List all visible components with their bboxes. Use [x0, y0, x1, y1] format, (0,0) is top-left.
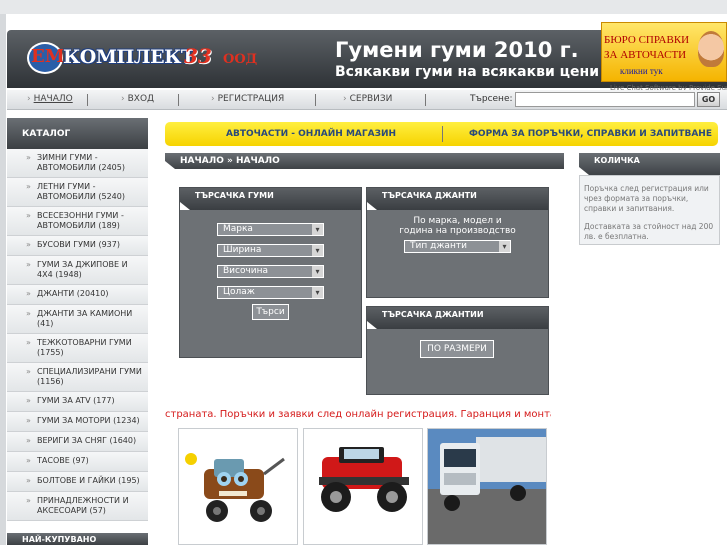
sidebar-item-4x4-tyres[interactable]: ГУМИ ЗА ДЖИПОВЕ И 4X4 (1948) — [7, 256, 148, 285]
rim-search-text-1: По марка, модел и — [413, 216, 502, 226]
sidebar-item-snow-chains[interactable]: ВЕРИГИ ЗА СНЯГ (1640) — [7, 432, 148, 452]
nav-home-label: НАЧАЛО — [33, 94, 73, 104]
rim-size-search-title: ТЪРСАЧКА ДЖАНТИИ — [367, 307, 548, 329]
inch-select[interactable]: Цолаж — [217, 286, 324, 299]
marquee-text: страната. Поръчки и заявки след онлайн р… — [165, 409, 551, 420]
nav-register[interactable]: › РЕГИСТРАЦИЯ — [211, 94, 284, 104]
nav-register-label: РЕГИСТРАЦИЯ — [217, 94, 285, 104]
catalog-title: КАТАЛОГ — [7, 118, 148, 149]
nav-services[interactable]: › СЕРВИЗИ — [343, 94, 392, 104]
ad-line3: кликни тук — [620, 66, 663, 76]
rim-size-search-panel: ТЪРСАЧКА ДЖАНТИИ ПО РАЗМЕРИ — [366, 306, 549, 395]
search-input[interactable] — [515, 92, 695, 107]
slogan-subtitle: Всякакви гуми на всякакви цени — [335, 64, 600, 80]
sidebar-item-special-tyres[interactable]: СПЕЦИАЛИЗИРАНИ ГУМИ (1156) — [7, 363, 148, 392]
sidebar-item-accessories[interactable]: ПРИНАДЛЕЖНОСТИ И АКСЕСОАРИ (57) — [7, 492, 148, 521]
breadcrumb-text: НАЧАЛО » НАЧАЛО — [180, 156, 280, 166]
slogan-title: Гумени гуми 2010 г. — [335, 38, 579, 62]
sidebar-item-summer-tyres[interactable]: ЛЕТНИ ГУМИ - АВТОМОБИЛИ (5240) — [7, 178, 148, 207]
sidebar-item-atv-tyres[interactable]: ГУМИ ЗА ATV (177) — [7, 392, 148, 412]
arrow-icon: › — [121, 94, 125, 104]
arrow-icon: › — [343, 94, 347, 104]
ad-face-image — [698, 31, 724, 67]
tyre-search-button[interactable]: Търси — [252, 304, 289, 320]
logo-suffix: ООД — [223, 52, 258, 67]
logo-number: 33 — [184, 44, 212, 68]
sidebar-item-heavy-tyres[interactable]: ТЕЖКОТОВАРНИ ГУМИ (1755) — [7, 334, 148, 363]
nav-divider — [315, 94, 316, 106]
sidebar-item-winter-tyres[interactable]: ЗИМНИ ГУМИ - АВТОМОБИЛИ (2405) — [7, 149, 148, 178]
arrow-icon: › — [211, 94, 215, 104]
header-corner — [165, 161, 175, 169]
cart-info: Поръчка след регистрация или чрез формат… — [579, 175, 720, 245]
sidebar-item-truck-rims[interactable]: ДЖАНТИ ЗА КАМИОНИ (41) — [7, 305, 148, 334]
ad-line2: ЗА АВТОЧАСТИ — [604, 49, 687, 61]
rim-search-title: ТЪРСАЧКА ДЖАНТИ — [367, 188, 548, 210]
logo-em: ЕМ — [31, 46, 65, 67]
sidebar-item-rims[interactable]: ДЖАНТИ (20410) — [7, 285, 148, 305]
tow-truck-illustration — [185, 453, 285, 522]
sidebar-item-bolts-nuts[interactable]: БОЛТОВЕ И ГАЙКИ (195) — [7, 472, 148, 492]
logo-text: КОМПЛЕКТ — [63, 46, 195, 68]
ad-line1: БЮРО СПРАВКИ — [604, 34, 690, 46]
brand-select[interactable]: Марка — [217, 223, 324, 236]
nav-divider — [178, 94, 179, 106]
autoparts-shop-link[interactable]: АВТОЧАСТИ - ОНЛАЙН МАГАЗИН — [226, 129, 396, 139]
sidebar-item-allseason-tyres[interactable]: ВСЕСЕЗОННИ ГУМИ - АВТОМОБИЛИ (189) — [7, 207, 148, 236]
order-form-link[interactable]: ФОРМА ЗА ПОРЪЧКИ, СПРАВКИ И ЗАПИТВАНЕ — [469, 129, 712, 139]
tyre-search-title: ТЪРСАЧКА ГУМИ — [180, 188, 361, 210]
width-select[interactable]: Ширина — [217, 244, 324, 257]
nav-login-label: ВХОД — [127, 94, 155, 104]
site-logo[interactable]: ЕМ КОМПЛЕКТ 33 ООД — [27, 42, 257, 74]
sidebar-item-hubcaps[interactable]: ТАСОВЕ (97) — [7, 452, 148, 472]
yellow-link-bar: АВТОЧАСТИ - ОНЛАЙН МАГАЗИН ФОРМА ЗА ПОРЪ… — [165, 122, 718, 146]
product-image-tow-truck[interactable] — [178, 428, 298, 545]
cart-title: КОЛИЧКА — [579, 153, 720, 175]
cart-text-1: Поръчка след регистрация или чрез формат… — [584, 184, 709, 213]
truck-illustration — [428, 429, 546, 544]
product-image-truck[interactable] — [427, 428, 547, 545]
search-label: Търсене: — [470, 94, 513, 104]
jeep-illustration — [319, 447, 409, 512]
arrow-icon: › — [27, 94, 31, 104]
ad-banner[interactable]: БЮРО СПРАВКИ ЗА АВТОЧАСТИ кликни тук — [601, 22, 727, 82]
rim-search-panel: ТЪРСАЧКА ДЖАНТИ По марка, модел и година… — [366, 187, 549, 298]
sidebar-item-moto-tyres[interactable]: ГУМИ ЗА МОТОРИ (1234) — [7, 412, 148, 432]
yellowbar-divider — [442, 126, 443, 142]
nav-divider — [425, 94, 426, 106]
search-go-button[interactable]: GO — [697, 92, 720, 107]
breadcrumb: НАЧАЛО » НАЧАЛО — [165, 153, 564, 169]
product-image-jeep[interactable] — [303, 428, 423, 545]
height-select[interactable]: Височина — [217, 265, 324, 278]
nav-divider — [87, 94, 88, 106]
cart-text-2: Доставката за стойност над 200 лв. е без… — [584, 222, 714, 241]
nav-home[interactable]: › НАЧАЛО — [27, 94, 73, 104]
bestsellers-title: НАЙ-КУПУВАНО — [7, 533, 148, 545]
sidebar-item-van-tyres[interactable]: БУСОВИ ГУМИ (937) — [7, 236, 148, 256]
top-nav: › НАЧАЛО › ВХОД › РЕГИСТРАЦИЯ › СЕРВИЗИ Търс… — [7, 90, 727, 110]
rim-type-select[interactable]: Тип джанти — [404, 240, 511, 253]
by-size-button[interactable]: ПО РАЗМЕРИ — [420, 340, 494, 358]
nav-login[interactable]: › ВХОД — [121, 94, 154, 104]
nav-services-label: СЕРВИЗИ — [349, 94, 393, 104]
catalog-sidebar: КАТАЛОГ ЗИМНИ ГУМИ - АВТОМОБИЛИ (2405) Л… — [7, 118, 148, 521]
rim-search-text-2: година на производство — [399, 226, 516, 236]
tyre-search-panel: ТЪРСАЧКА ГУМИ Марка Ширина Височина Цола… — [179, 187, 362, 358]
